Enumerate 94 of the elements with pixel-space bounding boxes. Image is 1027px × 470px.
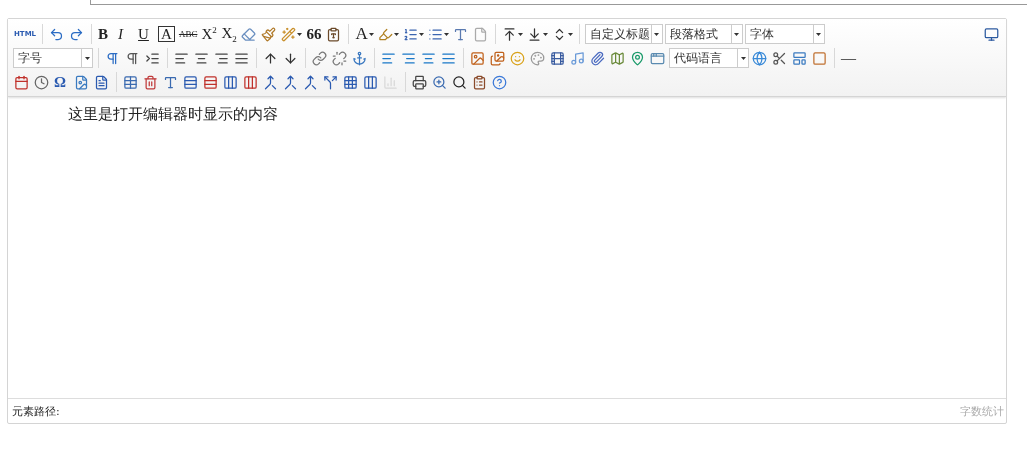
columns-icon bbox=[223, 74, 238, 90]
caret-icon bbox=[84, 56, 90, 60]
film-icon bbox=[550, 50, 565, 66]
pilcrow-icon bbox=[105, 50, 120, 66]
image-right-icon bbox=[401, 50, 416, 66]
palette-icon bbox=[530, 50, 545, 66]
caret-icon bbox=[816, 32, 822, 36]
caret-icon bbox=[740, 56, 746, 60]
caret-icon bbox=[297, 32, 303, 36]
pilcrow-icon bbox=[125, 50, 140, 66]
brush-icon bbox=[261, 26, 277, 42]
chart-icon bbox=[383, 74, 398, 90]
rows-icon bbox=[203, 74, 218, 90]
format-button[interactable]: — bbox=[839, 47, 859, 69]
columns-icon bbox=[363, 74, 378, 90]
clipboard-icon bbox=[472, 74, 487, 90]
calendar-icon bbox=[14, 74, 29, 90]
page-icon bbox=[472, 26, 488, 42]
paste-text-icon bbox=[326, 26, 342, 42]
caret-icon bbox=[443, 32, 449, 36]
caret-icon bbox=[517, 32, 523, 36]
format-button[interactable]: X$_{2}$ bbox=[219, 23, 240, 45]
file-image-icon bbox=[74, 74, 89, 90]
images-icon bbox=[490, 50, 505, 66]
format-button[interactable]: A bbox=[353, 23, 376, 45]
merge-icon bbox=[283, 74, 298, 90]
globe-icon bbox=[752, 50, 767, 66]
format-button[interactable]: 66 bbox=[304, 23, 325, 45]
element-path-label: 元素路径: bbox=[12, 403, 60, 419]
dropdown[interactable]: 段落格式 bbox=[664, 24, 743, 44]
grid-icon bbox=[343, 74, 358, 90]
dropdown[interactable]: 字号 bbox=[13, 48, 93, 68]
caret-icon bbox=[542, 32, 548, 36]
rows-icon bbox=[183, 74, 198, 90]
format-button[interactable]: B bbox=[96, 23, 117, 45]
music-note-icon bbox=[570, 50, 585, 66]
content-text: 这里是打开编辑器时显示的内容 bbox=[68, 106, 278, 122]
dropdown[interactable]: 字体 bbox=[744, 24, 825, 44]
caret-icon bbox=[734, 32, 740, 36]
map-icon bbox=[610, 50, 625, 66]
table-icon bbox=[123, 74, 138, 90]
format-button[interactable]: Ω bbox=[52, 71, 72, 93]
merge-icon bbox=[263, 74, 278, 90]
image-center-icon bbox=[421, 50, 436, 66]
help-icon bbox=[492, 74, 507, 90]
map-pin-icon bbox=[630, 50, 645, 66]
dropdown[interactable]: 代码语言 bbox=[669, 48, 749, 68]
wand-icon bbox=[281, 26, 297, 42]
arrow-down-icon bbox=[283, 50, 298, 66]
bullet-list-icon bbox=[427, 26, 443, 42]
align-center-icon bbox=[194, 50, 209, 66]
ordered-list-icon bbox=[402, 26, 418, 42]
format-button[interactable]: U bbox=[136, 23, 157, 45]
columns-icon bbox=[243, 74, 258, 90]
dropdown[interactable]: 自定义标题 bbox=[584, 24, 663, 44]
image-icon bbox=[470, 50, 485, 66]
caret-icon bbox=[567, 32, 573, 36]
word-count: 字数统计 bbox=[960, 403, 1004, 419]
format-button[interactable]: ABC bbox=[176, 23, 200, 45]
split-icon bbox=[323, 74, 338, 90]
align-justify-icon bbox=[234, 50, 249, 66]
text-icon bbox=[452, 26, 468, 42]
redo-icon bbox=[69, 26, 85, 42]
image-block-icon bbox=[441, 50, 456, 66]
scissors-icon bbox=[772, 50, 787, 66]
printer-icon bbox=[412, 74, 427, 90]
highlighter-icon bbox=[377, 26, 393, 42]
indent-icon bbox=[145, 50, 160, 66]
align-left-icon bbox=[174, 50, 189, 66]
template-icon bbox=[792, 50, 807, 66]
format-button[interactable]: X$^{2}$ bbox=[199, 23, 220, 45]
unlink-icon bbox=[332, 50, 347, 66]
smiley-icon bbox=[510, 50, 525, 66]
undo-icon bbox=[49, 26, 65, 42]
link-icon bbox=[312, 50, 327, 66]
format-button[interactable]: I bbox=[116, 23, 137, 45]
caret-icon bbox=[418, 32, 424, 36]
eraser-icon bbox=[241, 26, 257, 42]
caret-icon bbox=[368, 32, 374, 36]
image-left-icon bbox=[381, 50, 396, 66]
format-button[interactable]: A bbox=[156, 23, 177, 45]
monitor-icon bbox=[984, 26, 999, 42]
paperclip-icon bbox=[590, 50, 605, 66]
caret-icon bbox=[393, 32, 399, 36]
document-icon bbox=[94, 74, 109, 90]
window-icon bbox=[650, 50, 665, 66]
caret-icon bbox=[654, 32, 660, 36]
align-right-icon bbox=[214, 50, 229, 66]
anchor-icon bbox=[352, 50, 367, 66]
trash-icon bbox=[143, 74, 158, 90]
clock-icon bbox=[34, 74, 49, 90]
zoom-icon bbox=[432, 74, 447, 90]
merge-icon bbox=[303, 74, 318, 90]
search-icon bbox=[452, 74, 467, 90]
